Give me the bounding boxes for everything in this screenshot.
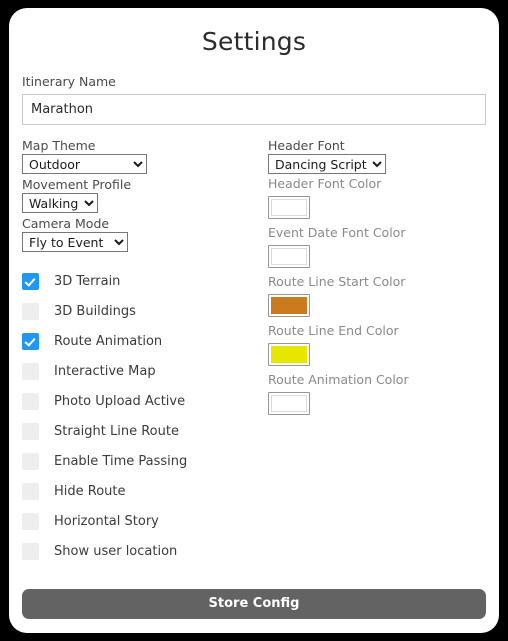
color-swatch-fill-event-date-font-color — [271, 248, 307, 265]
checkbox-row-horizontal-story[interactable]: Horizontal Story — [22, 506, 258, 536]
map-theme-select[interactable]: OutdoorStreetsSatelliteDarkLight — [22, 154, 147, 174]
checkbox-enable-time-passing[interactable] — [22, 452, 39, 470]
checkbox-show-user-location[interactable] — [22, 542, 39, 560]
movement-profile-group: Movement Profile WalkingCyclingDriving — [22, 176, 258, 213]
checkbox-row-interactive-map[interactable]: Interactive Map — [22, 356, 258, 386]
itinerary-name-field: Itinerary Name — [9, 56, 499, 125]
checkbox-interactive-map[interactable] — [22, 362, 39, 380]
checkbox-row-show-user-location[interactable]: Show user location — [22, 536, 258, 566]
checkbox-label-photo-upload-active: Photo Upload Active — [54, 393, 186, 409]
color-label-route-animation-color: Route Animation Color — [268, 372, 409, 387]
checkbox-hide-route[interactable] — [22, 482, 39, 500]
checkbox-label-show-user-location: Show user location — [54, 543, 178, 559]
camera-mode-select[interactable]: Fly to EventFollow RouteStatic — [22, 232, 128, 252]
color-group-header-font-color: Header Font Color — [268, 176, 496, 219]
checkbox-row-enable-time-passing[interactable]: Enable Time Passing — [22, 446, 258, 476]
checkbox-row-route-animation[interactable]: Route Animation — [22, 326, 258, 356]
color-swatch-fill-route-animation-color — [271, 395, 307, 412]
checkbox-list: 3D Terrain 3D Buildings Route Animation Int… — [22, 266, 258, 566]
checkbox-row-3d-terrain[interactable]: 3D Terrain — [22, 266, 258, 296]
app-frame: Settings Itinerary Name Map Theme Outdoo… — [0, 0, 508, 641]
checkbox-row-3d-buildings[interactable]: 3D Buildings — [22, 296, 258, 326]
camera-mode-label: Camera Mode — [22, 216, 110, 231]
checkbox-label-horizontal-story: Horizontal Story — [54, 513, 159, 529]
checkbox-horizontal-story[interactable] — [22, 512, 39, 530]
checkbox-label-3d-buildings: 3D Buildings — [54, 303, 136, 319]
header-font-group: Header Font Dancing ScriptRobotoOpen San… — [268, 137, 496, 174]
checkbox-label-route-animation: Route Animation — [54, 333, 163, 349]
map-theme-label: Map Theme — [22, 138, 96, 153]
color-label-header-font-color: Header Font Color — [268, 176, 382, 191]
checkbox-label-interactive-map: Interactive Map — [54, 363, 156, 379]
color-group-event-date-font-color: Event Date Font Color — [268, 225, 496, 268]
itinerary-name-input[interactable] — [22, 94, 486, 125]
checkbox-route-animation-checked[interactable] — [22, 332, 39, 350]
checkbox-row-photo-upload-active[interactable]: Photo Upload Active — [22, 386, 258, 416]
store-config-button[interactable]: Store Config — [22, 589, 486, 619]
camera-mode-group: Camera Mode Fly to EventFollow RouteStat… — [22, 215, 258, 252]
color-swatch-fill-header-font-color — [271, 199, 307, 216]
header-font-select[interactable]: Dancing ScriptRobotoOpen SansLato — [268, 154, 386, 174]
color-label-route-line-start-color: Route Line Start Color — [268, 274, 406, 289]
checkbox-3d-buildings[interactable] — [22, 302, 39, 320]
color-picker-list: Header Font Color Event Date Font Color Ro… — [268, 176, 496, 415]
map-theme-group: Map Theme OutdoorStreetsSatelliteDarkLig… — [22, 137, 258, 174]
color-swatch-event-date-font-color[interactable] — [268, 245, 310, 268]
page-title: Settings — [201, 27, 307, 56]
color-group-route-line-start-color: Route Line Start Color — [268, 274, 496, 317]
checkbox-label-3d-terrain: 3D Terrain — [54, 273, 121, 289]
color-group-route-line-end-color: Route Line End Color — [268, 323, 496, 366]
checkbox-label-enable-time-passing: Enable Time Passing — [54, 453, 188, 469]
itinerary-name-label: Itinerary Name — [22, 74, 116, 89]
color-swatch-route-line-start-color[interactable] — [268, 294, 310, 317]
color-label-event-date-font-color: Event Date Font Color — [268, 225, 406, 240]
right-column: Header Font Dancing ScriptRobotoOpen San… — [268, 137, 496, 421]
color-swatch-fill-route-line-start-color — [271, 297, 307, 314]
movement-profile-label: Movement Profile — [22, 177, 132, 192]
checkbox-3d-terrain-checked[interactable] — [22, 272, 39, 290]
left-column: Map Theme OutdoorStreetsSatelliteDarkLig… — [22, 137, 258, 566]
color-swatch-route-animation-color[interactable] — [268, 392, 310, 415]
settings-card: Settings Itinerary Name Map Theme Outdoo… — [9, 8, 499, 633]
color-swatch-route-line-end-color[interactable] — [268, 343, 310, 366]
color-swatch-fill-route-line-end-color — [271, 346, 307, 363]
checkbox-row-straight-line-route[interactable]: Straight Line Route — [22, 416, 258, 446]
color-swatch-header-font-color[interactable] — [268, 196, 310, 219]
movement-profile-select[interactable]: WalkingCyclingDriving — [22, 193, 98, 213]
checkbox-label-hide-route: Hide Route — [54, 483, 126, 499]
checkbox-row-hide-route[interactable]: Hide Route — [22, 476, 258, 506]
settings-columns: Map Theme OutdoorStreetsSatelliteDarkLig… — [9, 125, 499, 560]
checkbox-label-straight-line-route: Straight Line Route — [54, 423, 179, 439]
checkbox-photo-upload-active[interactable] — [22, 392, 39, 410]
color-group-route-animation-color: Route Animation Color — [268, 372, 496, 415]
header-font-label: Header Font — [268, 138, 345, 153]
color-label-route-line-end-color: Route Line End Color — [268, 323, 399, 338]
checkbox-straight-line-route[interactable] — [22, 422, 39, 440]
